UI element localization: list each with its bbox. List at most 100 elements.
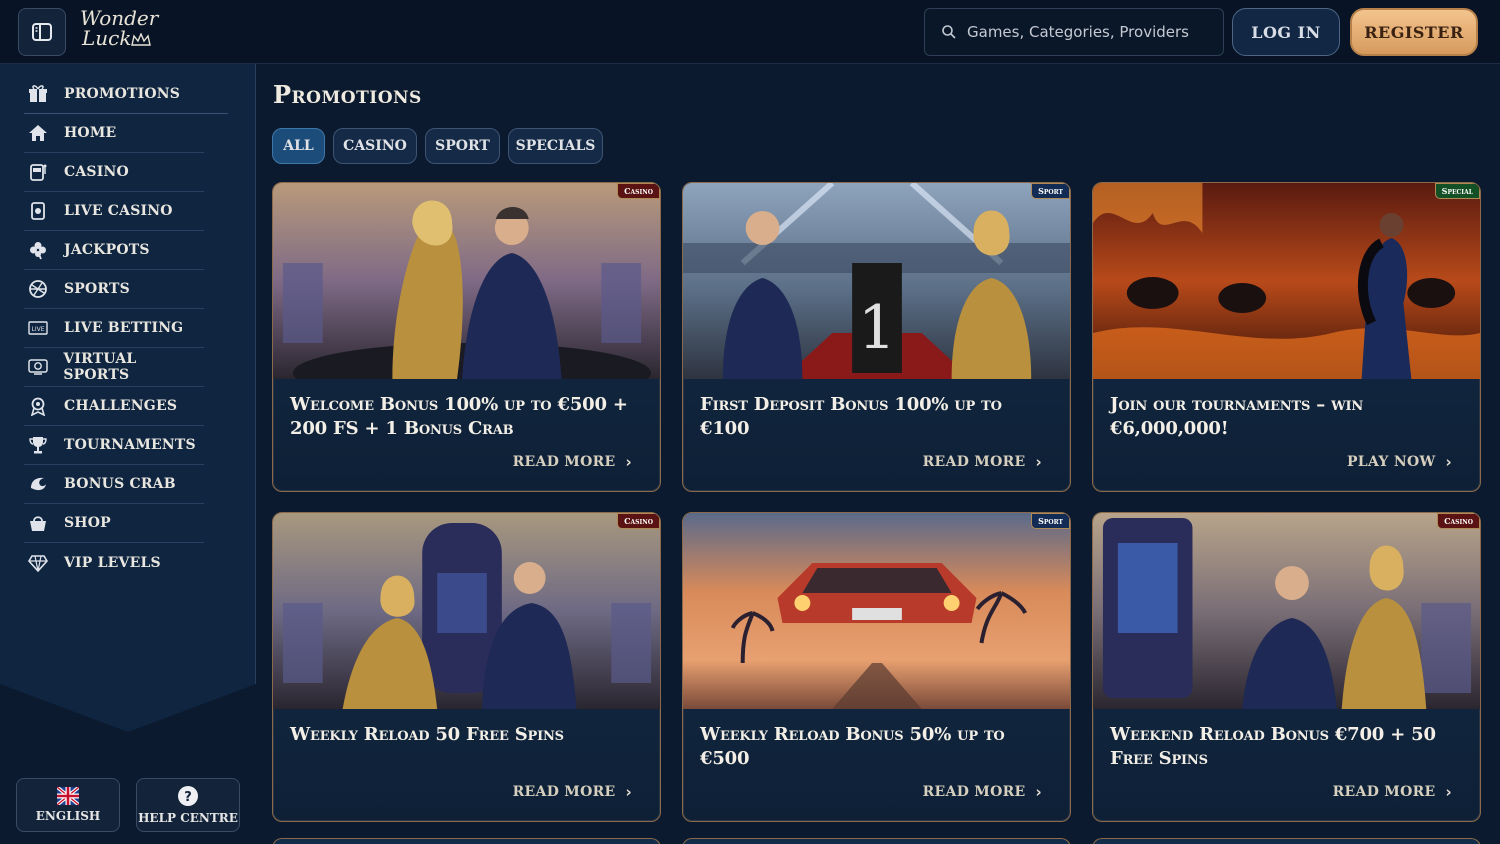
chevron-right-icon: ›: [625, 783, 632, 801]
promo-card[interactable]: 1 Sport First Deposit Bonus 100% up to €…: [682, 182, 1071, 492]
read-more-link[interactable]: READ MORE ›: [1333, 783, 1452, 801]
promo-card[interactable]: Casino Weekend Reload Bonus €700 + 50 Fr…: [1092, 512, 1481, 822]
logo-line-2: Luck: [80, 28, 160, 48]
category-badge: Casino: [617, 183, 660, 199]
sidebar-item-label: LIVE CASINO: [64, 203, 173, 219]
promo-image-fire-warrior: Special: [1093, 183, 1480, 379]
language-label: ENGLISH: [35, 809, 101, 823]
read-more-link[interactable]: READ MORE ›: [513, 783, 632, 801]
clover-icon: [24, 236, 52, 264]
diamond-icon: [24, 549, 52, 577]
category-badge: Sport: [1031, 183, 1070, 199]
sidebar-item-label: JACKPOTS: [64, 242, 150, 258]
category-badge: Casino: [617, 513, 660, 529]
help-centre-button[interactable]: ? HELP CENTRE: [136, 778, 240, 832]
help-label: HELP CENTRE: [138, 811, 238, 825]
promo-card[interactable]: Special Join our tournaments – win €6,00…: [1092, 182, 1481, 492]
promo-title: Welcome Bonus 100% up to €500 + 200 FS +…: [290, 394, 628, 439]
read-more-link[interactable]: READ MORE ›: [923, 453, 1042, 471]
promo-card[interactable]: Casino Weekly Reload 50 Free Spins READ …: [272, 512, 661, 822]
search-input[interactable]: Games, Categories, Providers: [924, 8, 1224, 56]
uk-flag-icon: [57, 787, 79, 805]
sidebar-item-label: VIRTUAL SPORTS: [63, 351, 137, 383]
sidebar-item-label: SPORTS: [64, 281, 130, 297]
trophy-icon: [24, 431, 52, 459]
read-more-link[interactable]: READ MORE ›: [923, 783, 1042, 801]
sidebar-item-virtual-sports[interactable]: VIRTUAL SPORTS: [24, 348, 204, 387]
sidebar-item-bonus-crab[interactable]: BONUS CRAB: [24, 465, 204, 504]
medal-icon: [24, 392, 52, 420]
promo-image-flying-car: Sport: [683, 513, 1070, 709]
sidebar-item-live-casino[interactable]: LIVE CASINO: [24, 192, 204, 231]
sidebar-item-label: VIP LEVELS: [64, 554, 161, 571]
promo-card-partial[interactable]: [1092, 838, 1481, 844]
promo-card-partial[interactable]: [272, 838, 661, 844]
read-more-link[interactable]: READ MORE ›: [513, 453, 632, 471]
promo-image-reload-slots: Casino: [273, 513, 660, 709]
search-placeholder: Games, Categories, Providers: [967, 23, 1189, 41]
sidebar-item-casino[interactable]: CASINO: [24, 153, 204, 192]
home-icon: [24, 119, 52, 147]
promo-title: Weekly Reload Bonus 50% up to €500: [700, 724, 1005, 769]
sidebar-item-jackpots[interactable]: JACKPOTS: [24, 231, 204, 270]
category-badge: Special: [1434, 183, 1480, 199]
sidebar-item-label: TOURNAMENTS: [64, 437, 196, 453]
ball-icon: [24, 275, 52, 303]
promo-title: Join our tournaments – win €6,000,000!: [1110, 394, 1364, 439]
virtual-sports-icon: [24, 353, 51, 381]
sidebar-item-tournaments[interactable]: TOURNAMENTS: [24, 426, 204, 465]
chevron-right-icon: ›: [625, 453, 632, 471]
promo-image-weekend-slots: Casino: [1093, 513, 1480, 709]
top-bar: Wonder Luck Games, Categories, Providers…: [0, 0, 1500, 64]
chevron-right-icon: ›: [1035, 453, 1042, 471]
sidebar-item-label: LIVE BETTING: [64, 320, 184, 336]
filter-all[interactable]: ALL: [272, 128, 325, 164]
chevron-right-icon: ›: [1035, 783, 1042, 801]
promo-title: Weekly Reload 50 Free Spins: [290, 724, 564, 745]
help-icon: ?: [178, 786, 198, 806]
promo-image-casino-couple: Casino: [273, 183, 660, 379]
sidebar-item-challenges[interactable]: CHALLENGES: [24, 387, 204, 426]
live-card-icon: [24, 197, 52, 225]
login-button[interactable]: LOG IN: [1232, 8, 1340, 56]
sidebar-item-promotions[interactable]: PROMOTIONS: [24, 75, 228, 114]
crab-icon: [24, 470, 52, 498]
language-button[interactable]: ENGLISH: [16, 778, 120, 832]
category-badge: Casino: [1437, 513, 1480, 529]
sidebar-item-label: HOME: [64, 125, 117, 141]
shop-bag-icon: [24, 509, 52, 537]
register-button[interactable]: REGISTER: [1350, 8, 1478, 56]
sidebar-item-live-betting[interactable]: LIVE LIVE BETTING: [24, 309, 204, 348]
filter-specials[interactable]: SPECIALS: [508, 128, 603, 164]
promo-title: Weekend Reload Bonus €700 + 50 Free Spin…: [1110, 724, 1436, 769]
filter-casino[interactable]: CASINO: [333, 128, 417, 164]
promo-card[interactable]: Casino Welcome Bonus 100% up to €500 + 2…: [272, 182, 661, 492]
sidebar-panel-icon: [32, 23, 52, 41]
sidebar-item-shop[interactable]: SHOP: [24, 504, 204, 543]
promo-image-f1-celebration: 1 Sport: [683, 183, 1070, 379]
sidebar-item-label: CHALLENGES: [64, 398, 178, 414]
sidebar-item-sports[interactable]: SPORTS: [24, 270, 204, 309]
svg-text:LIVE: LIVE: [31, 326, 44, 333]
category-badge: Sport: [1031, 513, 1070, 529]
sidebar-item-label: BONUS CRAB: [64, 476, 176, 492]
sidebar-item-label: CASINO: [64, 164, 129, 180]
brand-logo[interactable]: Wonder Luck: [80, 8, 160, 56]
crown-icon: [131, 31, 152, 46]
promo-card-partial[interactable]: [682, 838, 1071, 844]
promo-card[interactable]: Sport Weekly Reload Bonus 50% up to €500…: [682, 512, 1071, 822]
sidebar-toggle-button[interactable]: [18, 8, 66, 56]
sidebar-item-label: PROMOTIONS: [64, 86, 181, 102]
chevron-right-icon: ›: [1445, 453, 1452, 471]
sidebar-item-home[interactable]: HOME: [24, 114, 204, 153]
sidebar-item-vip-levels[interactable]: VIP LEVELS: [24, 543, 204, 582]
slot-machine-icon: [24, 158, 52, 186]
play-now-link[interactable]: PLAY NOW ›: [1347, 453, 1452, 471]
gift-icon: [24, 80, 52, 108]
filter-sport[interactable]: SPORT: [425, 128, 500, 164]
sidebar-item-label: SHOP: [64, 515, 111, 531]
page-title: Promotions: [273, 80, 422, 109]
logo-line-1: Wonder: [80, 6, 159, 30]
live-tag-icon: LIVE: [24, 314, 52, 342]
sidebar-divider: [255, 64, 256, 684]
